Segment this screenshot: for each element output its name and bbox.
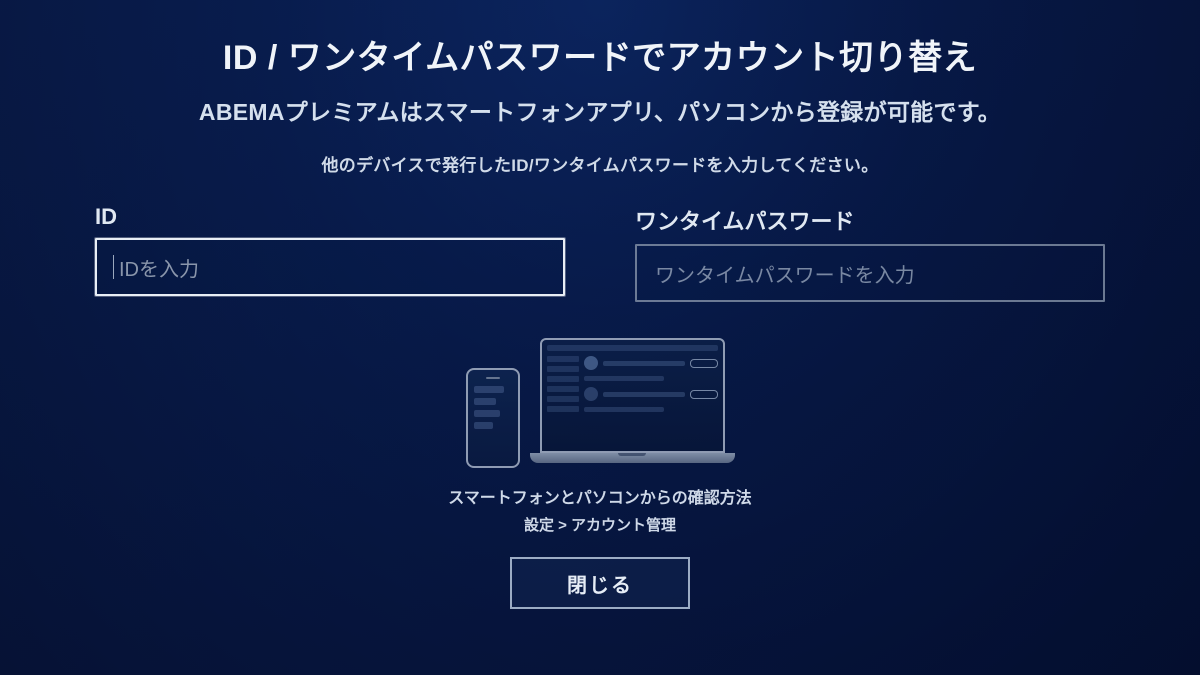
help-text-line1: スマートフォンとパソコンからの確認方法 [448, 484, 752, 508]
help-text-line2: 設定 > アカウント管理 [524, 514, 676, 535]
close-button[interactable]: 閉じる [510, 557, 690, 609]
devices-illustration [466, 338, 735, 468]
instruction-text: 他のデバイスで発行したID/ワンタイムパスワードを入力してください。 [321, 151, 878, 176]
id-placeholder: IDを入力 [119, 253, 199, 282]
id-input[interactable]: IDを入力 [95, 238, 565, 296]
password-field-group: ワンタイムパスワード ワンタイムパスワードを入力 [635, 204, 1105, 302]
password-input[interactable]: ワンタイムパスワードを入力 [635, 244, 1105, 302]
id-label: ID [95, 204, 565, 230]
phone-icon [466, 368, 520, 468]
password-placeholder: ワンタイムパスワードを入力 [655, 259, 915, 288]
password-label: ワンタイムパスワード [635, 204, 1105, 236]
credential-form: ID IDを入力 ワンタイムパスワード ワンタイムパスワードを入力 [0, 204, 1200, 302]
id-field-group: ID IDを入力 [95, 204, 565, 302]
account-switch-dialog: ID / ワンタイムパスワードでアカウント切り替え ABEMAプレミアムはスマー… [0, 0, 1200, 675]
laptop-icon [530, 338, 735, 468]
page-title: ID / ワンタイムパスワードでアカウント切り替え [223, 30, 977, 79]
page-subtitle: ABEMAプレミアムはスマートフォンアプリ、パソコンから登録が可能です。 [199, 93, 1001, 127]
